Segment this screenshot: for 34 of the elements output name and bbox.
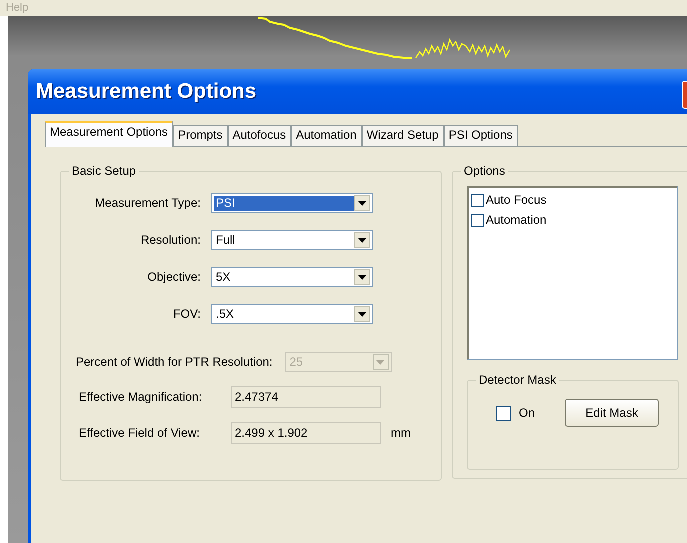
tab[interactable]: Prompts [173,125,228,146]
dropdown[interactable]: .5X [211,304,373,324]
list-item[interactable]: Automation [471,210,675,230]
dropdown[interactable]: 5X [211,267,373,287]
checkbox-label: On [519,406,536,420]
dropdown-value: 5X [215,270,232,284]
field-label: Percent of Width for PTR Resolution: [76,355,273,369]
dropdown-value: .5X [215,306,236,322]
field-label: FOV: [172,307,201,321]
readonly-field: 2.499 x 1.902 [231,422,381,444]
tab[interactable]: Autofocus [228,125,292,146]
unit-label: mm [391,426,411,440]
field-label: Measurement Type: [94,196,201,210]
field-label: Resolution: [140,233,201,247]
item-label: Auto Focus [486,193,547,207]
field-label: Effective Field of View: [79,426,201,440]
tab[interactable]: Wizard Setup [362,125,444,146]
dropdown[interactable]: PSI [211,193,373,213]
group-title: Basic Setup [69,164,140,178]
item-label: Automation [486,213,547,227]
readonly-field: 2.47374 [231,386,381,408]
group-title: Options [461,164,508,178]
group-title: Detector Mask [476,373,560,387]
dropdown[interactable]: Full [211,230,373,250]
dropdown-value: Full [215,232,236,248]
field-label: Objective: [146,270,201,284]
tab[interactable]: PSI Options [444,125,518,146]
list-item[interactable]: Auto Focus [471,190,675,210]
tab[interactable]: Measurement Options [45,121,174,147]
field-label: Effective Magnification: [79,390,204,404]
dropdown-value: PSI [214,196,354,210]
tab[interactable]: Automation [291,125,362,146]
edit-mask-button[interactable]: Edit Mask [565,399,660,427]
window-title: Measurement Options [36,80,257,104]
